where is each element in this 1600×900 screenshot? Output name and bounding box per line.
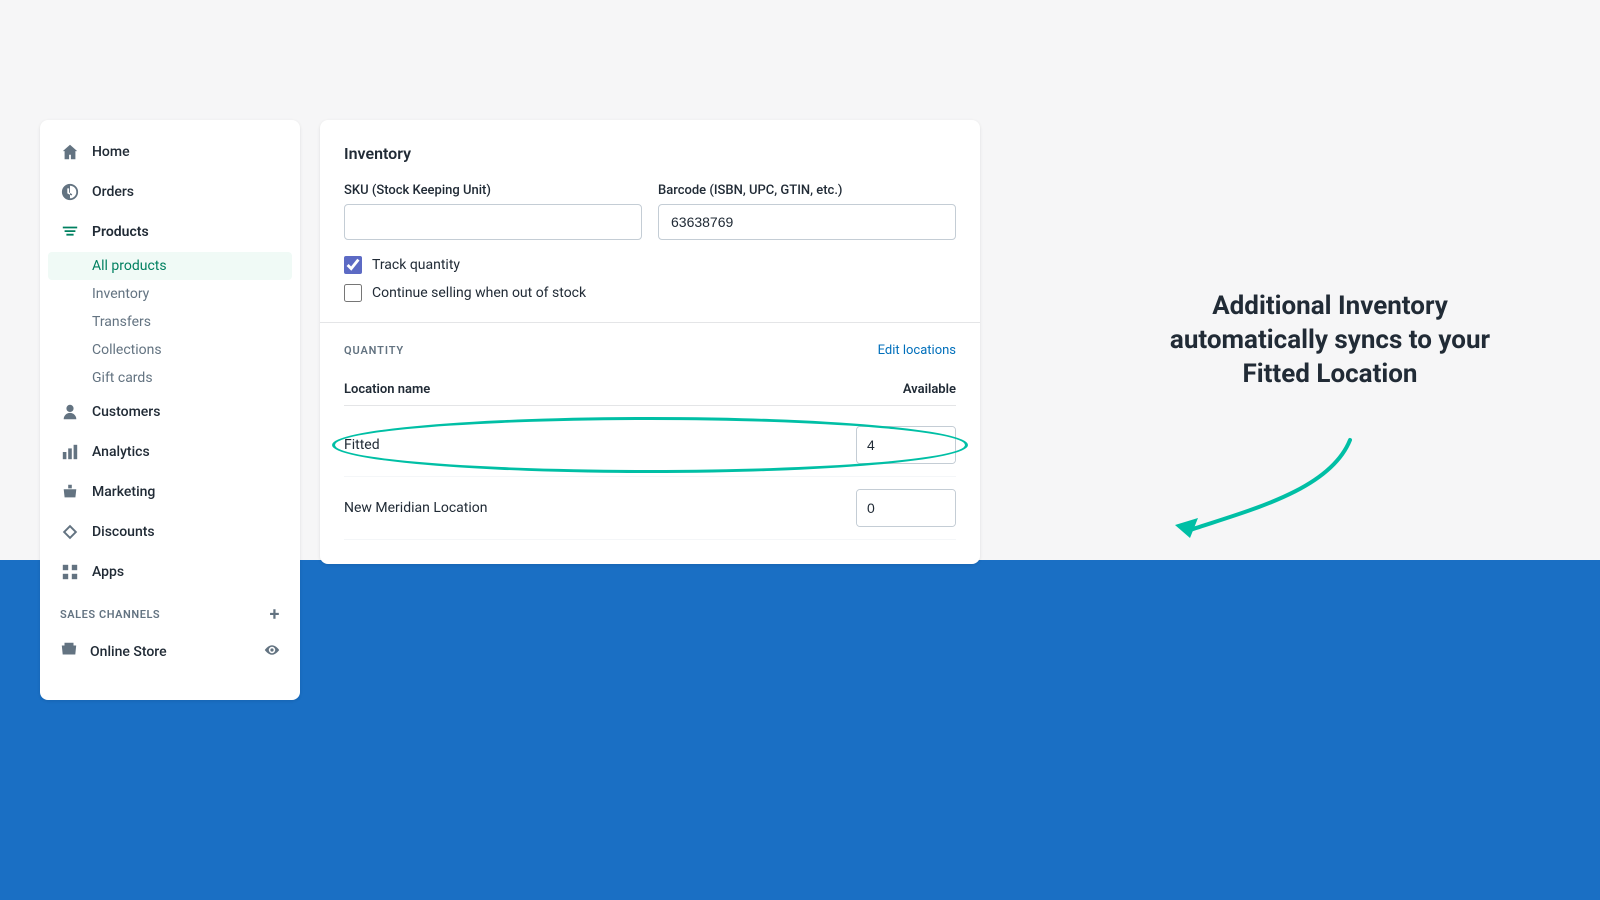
continue-selling-label: Continue selling when out of stock — [372, 285, 586, 301]
sidebar-customers-label: Customers — [92, 404, 160, 420]
sku-input[interactable] — [344, 204, 642, 240]
inventory-card: Inventory SKU (Stock Keeping Unit) Barco… — [320, 120, 980, 564]
fitted-quantity-spinner: ▲ ▼ — [856, 426, 956, 464]
annotation-area: Additional Inventory automatically syncs… — [1160, 290, 1500, 411]
sidebar-orders-label: Orders — [92, 184, 134, 200]
continue-selling-row: Continue selling when out of stock — [344, 284, 956, 302]
location-name-header: Location name — [344, 382, 430, 397]
barcode-group: Barcode (ISBN, UPC, GTIN, etc.) — [658, 183, 956, 240]
sidebar-sub-collections[interactable]: Collections — [40, 336, 300, 364]
sidebar-analytics-label: Analytics — [92, 444, 150, 460]
sidebar: Home Orders Products All products Invent… — [40, 120, 300, 700]
quantity-header: QUANTITY Edit locations — [344, 343, 956, 358]
sku-barcode-row: SKU (Stock Keeping Unit) Barcode (ISBN, … — [344, 183, 956, 240]
all-products-label: All products — [92, 258, 167, 274]
sidebar-sub-transfers[interactable]: Transfers — [40, 308, 300, 336]
track-quantity-row: Track quantity — [344, 256, 956, 274]
online-store-label: Online Store — [90, 644, 252, 660]
collections-label: Collections — [92, 342, 162, 358]
barcode-input[interactable] — [658, 204, 956, 240]
edit-locations-link[interactable]: Edit locations — [878, 343, 956, 358]
eye-icon[interactable] — [264, 642, 280, 662]
home-icon — [60, 142, 80, 162]
sidebar-sub-all-products[interactable]: All products — [48, 252, 292, 280]
gift-cards-label: Gift cards — [92, 370, 153, 386]
sku-group: SKU (Stock Keeping Unit) — [344, 183, 642, 240]
sidebar-item-discounts[interactable]: Discounts — [40, 512, 300, 552]
quantity-section: QUANTITY Edit locations Location name Av… — [344, 343, 956, 540]
customers-icon — [60, 402, 80, 422]
sku-label: SKU (Stock Keeping Unit) — [344, 183, 642, 198]
add-channel-icon[interactable]: + — [270, 604, 280, 625]
online-store-icon — [60, 641, 78, 663]
sidebar-item-apps[interactable]: Apps — [40, 552, 300, 592]
sidebar-item-online-store[interactable]: Online Store — [40, 631, 300, 673]
meridian-location-name: New Meridian Location — [344, 500, 488, 516]
quantity-row-fitted: Fitted ▲ ▼ — [344, 414, 956, 477]
sidebar-apps-label: Apps — [92, 564, 124, 580]
marketing-icon — [60, 482, 80, 502]
quantity-label: QUANTITY — [344, 344, 404, 357]
sidebar-home-label: Home — [92, 144, 130, 160]
analytics-icon — [60, 442, 80, 462]
sidebar-sub-inventory[interactable]: Inventory — [40, 280, 300, 308]
sidebar-item-marketing[interactable]: Marketing — [40, 472, 300, 512]
track-quantity-label: Track quantity — [372, 257, 460, 273]
meridian-quantity-input[interactable] — [857, 490, 956, 526]
transfers-label: Transfers — [92, 314, 151, 330]
section-divider — [320, 322, 980, 323]
fitted-quantity-input[interactable] — [857, 427, 956, 463]
quantity-row-meridian: New Meridian Location ▲ ▼ — [344, 477, 956, 540]
sidebar-products-label: Products — [92, 224, 149, 240]
products-icon — [60, 222, 80, 242]
sidebar-item-home[interactable]: Home — [40, 132, 300, 172]
sidebar-item-customers[interactable]: Customers — [40, 392, 300, 432]
sidebar-marketing-label: Marketing — [92, 484, 155, 500]
discounts-icon — [60, 522, 80, 542]
sales-channels-label: SALES CHANNELS — [60, 608, 160, 621]
barcode-label: Barcode (ISBN, UPC, GTIN, etc.) — [658, 183, 956, 198]
available-header: Available — [903, 382, 956, 397]
fitted-location-name: Fitted — [344, 437, 380, 453]
sales-channels-section: SALES CHANNELS + — [40, 592, 300, 631]
track-quantity-checkbox[interactable] — [344, 256, 362, 274]
annotation-arrow — [1170, 430, 1370, 550]
sidebar-item-products[interactable]: Products — [40, 212, 300, 252]
sidebar-item-analytics[interactable]: Analytics — [40, 432, 300, 472]
inventory-label: Inventory — [92, 286, 149, 302]
sidebar-item-orders[interactable]: Orders — [40, 172, 300, 212]
continue-selling-checkbox[interactable] — [344, 284, 362, 302]
sidebar-sub-gift-cards[interactable]: Gift cards — [40, 364, 300, 392]
card-title: Inventory — [344, 144, 956, 163]
arrow-container — [1170, 430, 1370, 550]
annotation-text: Additional Inventory automatically syncs… — [1160, 290, 1500, 391]
quantity-table-header: Location name Available — [344, 374, 956, 406]
orders-icon — [60, 182, 80, 202]
apps-icon — [60, 562, 80, 582]
sidebar-discounts-label: Discounts — [92, 524, 155, 540]
meridian-quantity-spinner: ▲ ▼ — [856, 489, 956, 527]
